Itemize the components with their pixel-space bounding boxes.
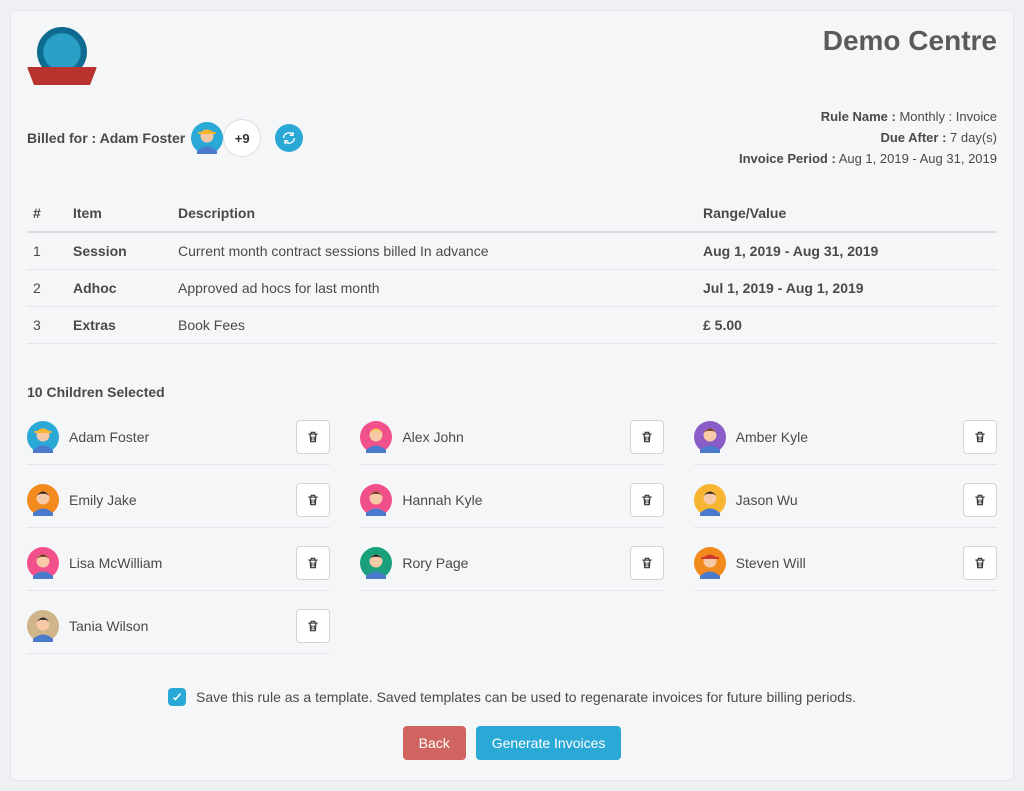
- child-row: Alex John: [360, 414, 663, 465]
- child-name: Tania Wilson: [69, 618, 148, 634]
- trash-icon: [973, 556, 987, 570]
- child-avatar: [27, 547, 59, 579]
- remove-child-button[interactable]: [630, 483, 664, 517]
- child-row: Emily Jake: [27, 477, 330, 528]
- child-name: Emily Jake: [69, 492, 137, 508]
- cell-range: £ 5.00: [697, 307, 997, 344]
- refresh-button[interactable]: [275, 124, 303, 152]
- trash-icon: [973, 430, 987, 444]
- subhead-row: Billed for : Adam Foster +9 Rule Name : …: [27, 107, 997, 169]
- refresh-icon: [281, 130, 297, 146]
- child-name: Lisa McWilliam: [69, 555, 162, 571]
- child-row: Adam Foster: [27, 414, 330, 465]
- trash-icon: [306, 493, 320, 507]
- save-template-checkbox-row[interactable]: Save this rule as a template. Saved temp…: [168, 688, 856, 706]
- child-avatar: [694, 484, 726, 516]
- cell-range: Aug 1, 2019 - Aug 31, 2019: [697, 232, 997, 270]
- trash-icon: [973, 493, 987, 507]
- child-avatar: [27, 610, 59, 642]
- generate-invoices-button[interactable]: Generate Invoices: [476, 726, 622, 760]
- remove-child-button[interactable]: [630, 420, 664, 454]
- remove-child-button[interactable]: [963, 420, 997, 454]
- child-avatar: [360, 421, 392, 453]
- remove-child-button[interactable]: [296, 546, 330, 580]
- items-table: # Item Description Range/Value 1 Session…: [27, 195, 997, 344]
- cell-num: 1: [27, 232, 67, 270]
- trash-icon: [306, 430, 320, 444]
- table-row: 1 Session Current month contract session…: [27, 232, 997, 270]
- child-row: Lisa McWilliam: [27, 540, 330, 591]
- children-section: 10 Children Selected Adam Foster Alex Jo…: [27, 384, 997, 654]
- header-row: Demo Centre: [27, 25, 997, 85]
- invoice-panel: Demo Centre Billed for : Adam Foster +9 …: [10, 10, 1014, 781]
- child-name: Jason Wu: [736, 492, 798, 508]
- child-avatar: [360, 547, 392, 579]
- remove-child-button[interactable]: [963, 483, 997, 517]
- cell-desc: Current month contract sessions billed I…: [172, 232, 697, 270]
- trash-icon: [640, 430, 654, 444]
- cell-num: 2: [27, 270, 67, 307]
- remove-child-button[interactable]: [296, 609, 330, 643]
- billed-for-label: Billed for : Adam Foster: [27, 130, 185, 146]
- child-row: Steven Will: [694, 540, 997, 591]
- children-grid: Adam Foster Alex John Amber Kyle: [27, 414, 997, 654]
- cell-item: Extras: [67, 307, 172, 344]
- col-description: Description: [172, 195, 697, 232]
- child-avatar: [694, 421, 726, 453]
- billed-for: Billed for : Adam Foster +9: [27, 119, 303, 157]
- child-row: Rory Page: [360, 540, 663, 591]
- save-template-label: Save this rule as a template. Saved temp…: [196, 689, 856, 705]
- child-avatar: [360, 484, 392, 516]
- centre-logo: [27, 25, 97, 85]
- table-row: 3 Extras Book Fees £ 5.00: [27, 307, 997, 344]
- invoice-meta: Rule Name : Monthly : Invoice Due After …: [739, 107, 997, 169]
- table-row: 2 Adhoc Approved ad hocs for last month …: [27, 270, 997, 307]
- save-template-checkbox[interactable]: [168, 688, 186, 706]
- cell-item: Adhoc: [67, 270, 172, 307]
- child-name: Steven Will: [736, 555, 806, 571]
- centre-title: Demo Centre: [823, 25, 997, 57]
- child-row: Jason Wu: [694, 477, 997, 528]
- col-item: Item: [67, 195, 172, 232]
- cell-desc: Book Fees: [172, 307, 697, 344]
- more-children-badge[interactable]: +9: [223, 119, 261, 157]
- cell-range: Jul 1, 2019 - Aug 1, 2019: [697, 270, 997, 307]
- remove-child-button[interactable]: [963, 546, 997, 580]
- billed-avatar: [191, 122, 223, 154]
- remove-child-button[interactable]: [630, 546, 664, 580]
- child-row: Amber Kyle: [694, 414, 997, 465]
- back-button[interactable]: Back: [403, 726, 466, 760]
- footer-area: Save this rule as a template. Saved temp…: [27, 688, 997, 760]
- child-avatar: [27, 421, 59, 453]
- check-icon: [171, 691, 183, 703]
- cell-num: 3: [27, 307, 67, 344]
- trash-icon: [640, 556, 654, 570]
- cell-desc: Approved ad hocs for last month: [172, 270, 697, 307]
- remove-child-button[interactable]: [296, 483, 330, 517]
- trash-icon: [306, 556, 320, 570]
- child-name: Adam Foster: [69, 429, 149, 445]
- cell-item: Session: [67, 232, 172, 270]
- remove-child-button[interactable]: [296, 420, 330, 454]
- col-num: #: [27, 195, 67, 232]
- child-name: Rory Page: [402, 555, 468, 571]
- trash-icon: [640, 493, 654, 507]
- child-name: Amber Kyle: [736, 429, 808, 445]
- child-row: Tania Wilson: [27, 603, 330, 654]
- child-name: Hannah Kyle: [402, 492, 482, 508]
- child-row: Hannah Kyle: [360, 477, 663, 528]
- child-name: Alex John: [402, 429, 463, 445]
- trash-icon: [306, 619, 320, 633]
- col-range: Range/Value: [697, 195, 997, 232]
- child-avatar: [694, 547, 726, 579]
- child-avatar: [27, 484, 59, 516]
- children-title: 10 Children Selected: [27, 384, 997, 400]
